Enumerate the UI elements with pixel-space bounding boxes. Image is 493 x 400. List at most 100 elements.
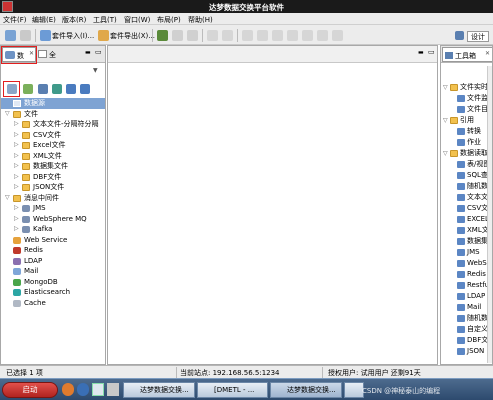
tree-item[interactable]: Web Service <box>1 235 105 246</box>
menu-help[interactable]: 帮助(H) <box>188 15 213 25</box>
menu-window[interactable]: 窗口(W) <box>124 15 150 25</box>
expand-arrow-icon[interactable]: ▷ <box>14 224 20 235</box>
tree-item[interactable]: ▽ 文件 <box>1 109 105 120</box>
tree-item[interactable]: MongoDB <box>1 277 105 288</box>
cut-icon[interactable] <box>207 30 218 41</box>
toolbox-item-label: 数据集 <box>467 237 488 245</box>
expand-arrow-icon[interactable]: ▷ <box>14 119 20 130</box>
toolbox-item-label: 随机数 <box>467 314 488 322</box>
minimize-icon[interactable]: ▬ <box>85 49 91 56</box>
expand-arrow-icon[interactable]: ▷ <box>14 203 20 214</box>
maximize-icon[interactable]: ▭ <box>95 48 102 56</box>
toolbox-item-label: 文件实时 <box>460 83 488 91</box>
import-suite-button[interactable]: 套件导入(I)... <box>52 30 94 42</box>
collapse-arrow-icon[interactable]: ▽ <box>5 193 11 204</box>
undo-icon[interactable] <box>242 30 253 41</box>
folder-icon <box>22 184 30 191</box>
desktop-icon[interactable] <box>92 383 104 396</box>
collapse-arrow-icon[interactable]: ▽ <box>5 109 11 120</box>
tree-item[interactable]: Redis <box>1 245 105 256</box>
tree-item-label: WebSphere MQ <box>33 214 87 223</box>
tree-item[interactable]: ▷ Excel文件 <box>1 140 105 151</box>
expand-arrow-icon[interactable]: ▷ <box>14 182 20 193</box>
copy-icon[interactable] <box>222 30 233 41</box>
menu-tools[interactable]: 工具(T) <box>93 15 117 25</box>
start-label: 启动 <box>22 385 38 394</box>
collapse-arrow-icon[interactable]: ▽ <box>443 115 448 126</box>
folder-icon <box>22 121 30 128</box>
import-icon[interactable] <box>40 30 51 41</box>
export-icon[interactable] <box>98 30 109 41</box>
tree-item[interactable]: Elasticsearch <box>1 287 105 298</box>
menu-file[interactable]: 文件(F) <box>3 15 27 25</box>
zoom-icon[interactable] <box>317 30 328 41</box>
tree-item[interactable]: Mail <box>1 266 105 277</box>
tree-item[interactable]: Cache <box>1 298 105 309</box>
edit-icon[interactable] <box>38 84 48 94</box>
perspective-icon[interactable] <box>455 31 464 40</box>
expand-arrow-icon[interactable]: ▷ <box>14 214 20 225</box>
tree-item[interactable]: ▷ 文本文件-分隔符分隔 <box>1 119 105 130</box>
grid-icon[interactable] <box>332 30 343 41</box>
tree-item[interactable]: ▷ XML文件 <box>1 151 105 162</box>
terminal-icon[interactable] <box>107 383 119 396</box>
tree-item[interactable]: ▷ 数据集文件 <box>1 161 105 172</box>
export-suite-button[interactable]: 套件导出(X)... <box>110 30 155 42</box>
print-icon[interactable] <box>187 30 198 41</box>
expand-arrow-icon[interactable]: ▷ <box>14 130 20 141</box>
window-title-bar: 达梦数据交换平台软件 <box>0 0 493 13</box>
disconnect-icon[interactable] <box>20 30 31 41</box>
tree-item[interactable]: ▽ 消息中间件 <box>1 193 105 204</box>
datasource-panel: 数 ✕ 全 ▬ ▭ ▼ 数据源 ▽ 文件 ▷ 文本文件-分隔符分隔 ▷ CSV文件 ▷ Exc… <box>0 45 106 365</box>
tree-item[interactable]: ▷ DBF文件 <box>1 172 105 183</box>
editor-minimize-icon[interactable]: ▬ <box>418 49 424 56</box>
toolbox-scrollbar[interactable] <box>487 66 492 363</box>
close-icon[interactable]: ✕ <box>485 50 490 57</box>
tab-toolbox[interactable]: 工具箱 ✕ <box>442 47 492 62</box>
start-button[interactable]: 启动 <box>2 382 58 398</box>
tab-all[interactable]: 全 <box>38 48 60 61</box>
tree-item[interactable]: ▷ JMS <box>1 203 105 214</box>
add-datasource-icon[interactable] <box>23 84 33 94</box>
browser-icon[interactable] <box>77 383 89 396</box>
task-dmetl[interactable]: [DMETL - ... <box>197 382 268 398</box>
collapse-arrow-icon[interactable]: ▽ <box>443 148 448 159</box>
debug-icon[interactable] <box>287 30 298 41</box>
test-connection-icon[interactable] <box>52 84 62 94</box>
tree-item-label: 消息中间件 <box>24 193 59 202</box>
connect-icon[interactable] <box>5 30 16 41</box>
redo-icon[interactable] <box>257 30 268 41</box>
save-icon[interactable] <box>157 30 168 41</box>
design-perspective-button[interactable]: 设计 <box>467 31 489 42</box>
tree-item[interactable]: ▷ Kafka <box>1 224 105 235</box>
tree-item[interactable]: ▷ JSON文件 <box>1 182 105 193</box>
import-datasource-icon[interactable] <box>66 84 76 94</box>
task-more[interactable] <box>344 382 364 398</box>
task-dmetl-label: [DMETL - ... <box>214 386 255 394</box>
menu-edit[interactable]: 编辑(E) <box>32 15 56 25</box>
toolbox-item-label: Restfu <box>467 281 490 289</box>
expand-arrow-icon[interactable]: ▷ <box>14 140 20 151</box>
expand-arrow-icon[interactable]: ▷ <box>14 161 20 172</box>
task-etl-1[interactable]: 达梦数据交换... <box>123 382 195 398</box>
tree-root[interactable]: 数据源 <box>1 98 105 109</box>
collapse-arrow-icon[interactable]: ▽ <box>443 82 448 93</box>
tree-item[interactable]: ▷ WebSphere MQ <box>1 214 105 225</box>
firefox-icon[interactable] <box>62 383 74 396</box>
stop-icon[interactable] <box>302 30 313 41</box>
tree-item[interactable]: ▷ CSV文件 <box>1 130 105 141</box>
saveall-icon[interactable] <box>172 30 183 41</box>
tree-item-label: MongoDB <box>24 277 58 286</box>
task-etl-2[interactable]: 达梦数据交换... <box>270 382 342 398</box>
view-menu-icon[interactable]: ▼ <box>93 67 98 74</box>
tree-item[interactable]: LDAP <box>1 256 105 267</box>
editor-maximize-icon[interactable]: ▭ <box>428 48 435 56</box>
menu-layout[interactable]: 布局(P) <box>157 15 181 25</box>
expand-arrow-icon[interactable]: ▷ <box>14 172 20 183</box>
expand-arrow-icon[interactable]: ▷ <box>14 151 20 162</box>
menu-version[interactable]: 版本(R) <box>62 15 86 25</box>
tree-item-label: Web Service <box>24 235 68 244</box>
run-icon[interactable] <box>272 30 283 41</box>
export-datasource-icon[interactable] <box>80 84 90 94</box>
editor-area[interactable]: ▬ ▭ <box>107 45 438 365</box>
